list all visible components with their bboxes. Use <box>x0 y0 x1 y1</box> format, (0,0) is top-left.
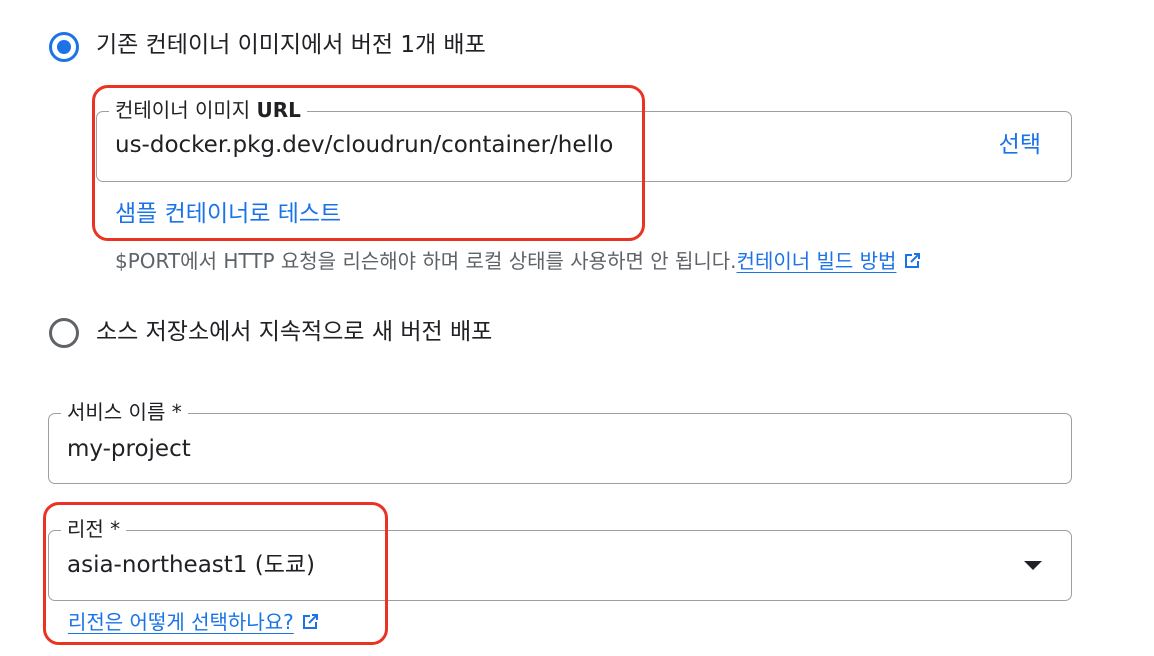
arrow-drop-down-icon[interactable] <box>1024 561 1042 570</box>
container-image-url-field[interactable]: 컨테이너 이미지 URL us-docker.pkg.dev/cloudrun/… <box>96 95 1072 182</box>
service-name-input[interactable]: my-project <box>67 434 191 464</box>
region-help-link[interactable]: 리전은 어떻게 선택하나요? <box>68 610 294 634</box>
container-image-url-label-text: 컨테이너 이미지 <box>115 98 257 122</box>
container-image-url-label-bold: URL <box>256 98 301 122</box>
test-sample-container-link[interactable]: 샘플 컨테이너로 테스트 <box>115 199 341 229</box>
region-select[interactable]: 리전 * asia-northeast1 (도쿄) <box>48 514 1072 601</box>
service-name-label: 서비스 이름 * <box>61 397 188 427</box>
region-value[interactable]: asia-northeast1 (도쿄) <box>67 550 315 580</box>
radio-existing-image[interactable] <box>49 32 79 62</box>
container-image-hint-text: $PORT에서 HTTP 요청을 리슨해야 하며 로컬 상태를 사용하면 안 됩… <box>115 249 737 273</box>
container-image-hint: $PORT에서 HTTP 요청을 리슨해야 하며 로컬 상태를 사용하면 안 됩… <box>115 247 922 275</box>
open-in-new-icon[interactable] <box>902 251 922 271</box>
region-label: 리전 * <box>61 514 127 544</box>
radio-existing-image-label[interactable]: 기존 컨테이너 이미지에서 버전 1개 배포 <box>96 30 486 60</box>
radio-source-repo[interactable] <box>49 318 79 348</box>
select-image-button[interactable]: 선택 <box>999 130 1041 160</box>
container-image-url-input[interactable]: us-docker.pkg.dev/cloudrun/container/hel… <box>115 130 613 160</box>
service-name-field[interactable]: 서비스 이름 * my-project <box>48 397 1072 484</box>
radio-selected-dot <box>57 40 71 54</box>
build-container-help-link[interactable]: 컨테이너 빌드 방법 <box>737 249 897 273</box>
radio-source-repo-label[interactable]: 소스 저장소에서 지속적으로 새 버전 배포 <box>96 317 492 347</box>
container-image-url-label: 컨테이너 이미지 URL <box>109 95 307 125</box>
open-in-new-icon[interactable] <box>300 612 320 632</box>
region-help: 리전은 어떻게 선택하나요? <box>68 608 320 636</box>
